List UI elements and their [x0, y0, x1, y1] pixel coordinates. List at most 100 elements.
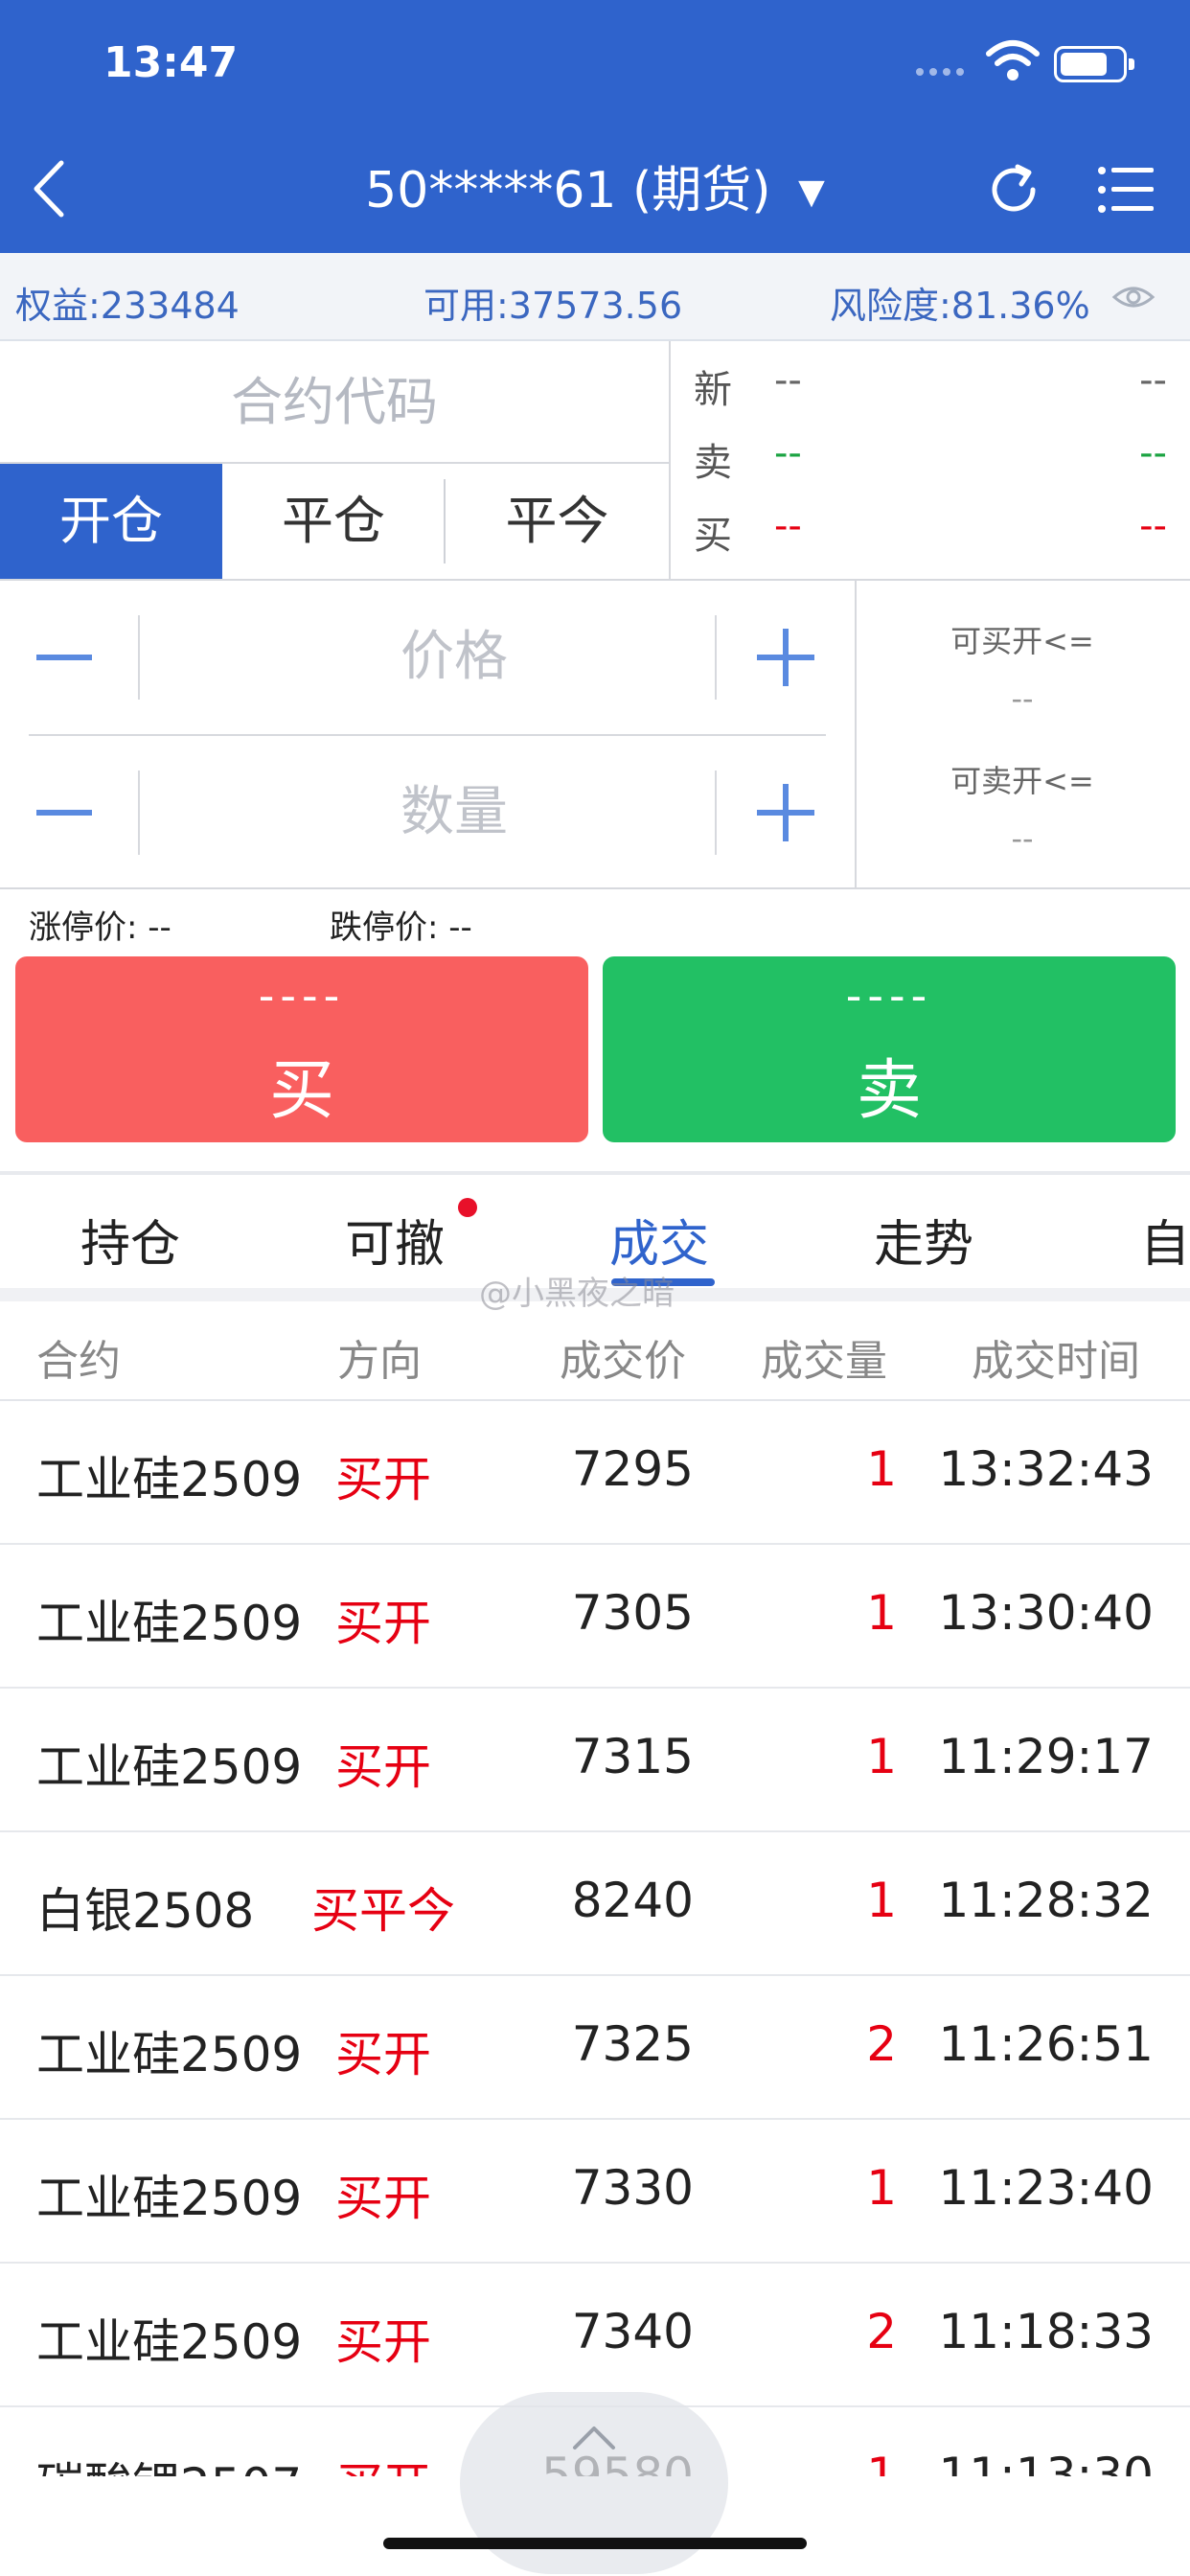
qty-plus-icon[interactable] [757, 784, 814, 841]
cell-qty: 2 [866, 2016, 897, 2072]
available-qty-panel: 可买开<= -- 可卖开<= -- [855, 581, 1190, 887]
quote-volume: -- [1139, 431, 1167, 475]
quote-value: -- [774, 358, 802, 402]
sell-button[interactable]: ---- 卖 [603, 956, 1176, 1142]
tab-close[interactable]: 平仓 [222, 464, 445, 579]
divider [715, 770, 717, 855]
cell-qty: 1 [866, 2160, 897, 2216]
cell-direction: 买开 [335, 2171, 431, 2226]
cell-contract: 工业硅2509 [36, 1596, 303, 1651]
column-header: 合约 [36, 1337, 121, 1386]
refresh-icon[interactable] [983, 159, 1044, 220]
table-row[interactable]: 白银2508 买平今 8240 1 11:28:32 [0, 1832, 1190, 1976]
status-time: 13:47 [103, 38, 239, 87]
price-stepper: 价格 [29, 581, 826, 734]
cell-time: 11:18:33 [938, 2304, 1154, 2359]
cell-time: 11:29:17 [938, 1729, 1154, 1784]
column-header: 方向 [337, 1337, 422, 1386]
tab-trades[interactable]: 成交 [609, 1204, 709, 1276]
quote-row-ask: 卖 -- -- [671, 431, 1190, 498]
can-sell-open-label: 可卖开<= [950, 763, 1094, 799]
qty-minus-icon[interactable] [36, 790, 92, 836]
contract-code-input[interactable]: 合约代码 [0, 341, 669, 464]
cell-direction: 买平今 [311, 1883, 455, 1939]
price-input[interactable]: 价格 [144, 581, 765, 734]
trades-table-header: 合约 方向 成交价 成交量 成交时间 [0, 1301, 1190, 1401]
tab-custom[interactable]: 自 [1140, 1204, 1190, 1276]
cell-direction: 买开 [335, 2027, 431, 2082]
cell-time: 11:28:32 [938, 1873, 1154, 1928]
tab-open[interactable]: 开仓 [0, 464, 222, 579]
wifi-icon [986, 40, 1040, 80]
cell-direction: 买开 [335, 1596, 431, 1651]
eye-icon[interactable] [1111, 278, 1156, 316]
table-row[interactable]: 工业硅2509 买开 7325 2 11:26:51 [0, 1976, 1190, 2120]
divider [715, 615, 717, 700]
menu-list-icon[interactable] [1096, 159, 1156, 220]
cell-qty: 1 [866, 1873, 897, 1928]
cell-direction: 买开 [335, 1452, 431, 1507]
cell-time: 13:32:43 [938, 1441, 1154, 1497]
sell-label: 卖 [856, 1053, 922, 1129]
cell-contract: 白银2508 [36, 1883, 255, 1939]
cell-price: 7325 [571, 2016, 694, 2072]
divider [138, 615, 140, 700]
signal-icon [916, 61, 970, 84]
cell-contract: 工业硅2509 [36, 1452, 303, 1507]
table-row[interactable]: 工业硅2509 买开 7340 2 11:18:33 [0, 2264, 1190, 2407]
quantity-input[interactable]: 数量 [144, 736, 765, 889]
cell-time: 11:23:40 [938, 2160, 1154, 2216]
notification-dot [458, 1198, 477, 1217]
app-header: 13:47 50*****61 (期货) ▼ [0, 0, 1190, 253]
limit-down-price: 跌停价: -- [330, 908, 472, 947]
tab-close-today[interactable]: 平今 [446, 464, 669, 579]
equity-value: 权益:233484 [15, 285, 240, 327]
chevron-up-icon [573, 2426, 615, 2450]
buy-price: ---- [258, 970, 346, 1022]
quote-label: 新 [694, 368, 732, 412]
account-title: 50*****61 (期货) [365, 162, 771, 219]
column-header: 成交价 [560, 1337, 686, 1386]
limit-up-price: 涨停价: -- [29, 908, 172, 947]
price-minus-icon[interactable] [36, 634, 92, 680]
cell-contract: 工业硅2509 [36, 2027, 303, 2082]
cell-contract: 工业硅2509 [36, 2171, 303, 2226]
quote-volume: -- [1139, 358, 1167, 402]
cell-price: 7295 [571, 1441, 694, 1497]
available-value: 可用:37573.56 [423, 285, 683, 327]
quantity-stepper: 数量 [29, 736, 826, 889]
cell-price: 7315 [571, 1729, 694, 1784]
table-row[interactable]: 工业硅2509 买开 7295 1 13:32:43 [0, 1401, 1190, 1545]
quote-label: 买 [694, 514, 732, 558]
quote-row-last: 新 -- -- [671, 358, 1190, 426]
price-plus-icon[interactable] [757, 629, 814, 686]
buy-button[interactable]: ---- 买 [15, 956, 588, 1142]
cell-price: 7305 [571, 1585, 694, 1641]
cell-time: 13:30:40 [938, 1585, 1154, 1641]
table-row[interactable]: 工业硅2509 买开 7315 1 11:29:17 [0, 1689, 1190, 1832]
cell-contract: 工业硅2509 [36, 1739, 303, 1795]
table-row[interactable]: 工业硅2509 买开 7305 1 13:30:40 [0, 1545, 1190, 1689]
cell-qty: 1 [866, 1585, 897, 1641]
table-row[interactable]: 工业硅2509 买开 7330 1 11:23:40 [0, 2120, 1190, 2264]
cell-direction: 买开 [335, 1739, 431, 1795]
divider [0, 887, 1190, 889]
can-buy-open-label: 可买开<= [950, 623, 1094, 659]
cell-contract: 工业硅2509 [36, 2314, 303, 2370]
cell-direction: 买开 [335, 2314, 431, 2370]
cell-price: 7340 [571, 2304, 694, 2359]
dropdown-triangle-icon: ▼ [798, 172, 825, 212]
tab-cancelable[interactable]: 可撤 [345, 1204, 445, 1276]
sell-price: ---- [845, 970, 933, 1022]
contract-code-placeholder: 合约代码 [231, 372, 438, 432]
account-summary-bar: 权益:233484 可用:37573.56 风险度:81.36% [0, 253, 1190, 341]
cell-time: 11:26:51 [938, 2016, 1154, 2072]
position-mode-tabs: 开仓 平仓 平今 [0, 464, 669, 579]
cell-qty: 1 [866, 1441, 897, 1497]
tab-trend[interactable]: 走势 [874, 1204, 973, 1276]
tab-positions[interactable]: 持仓 [80, 1204, 180, 1276]
quote-panel: 新 -- -- 卖 -- -- 买 -- -- [671, 341, 1190, 579]
quote-label: 卖 [694, 441, 732, 485]
cell-qty: 1 [866, 1729, 897, 1784]
column-header: 成交时间 [972, 1337, 1140, 1386]
